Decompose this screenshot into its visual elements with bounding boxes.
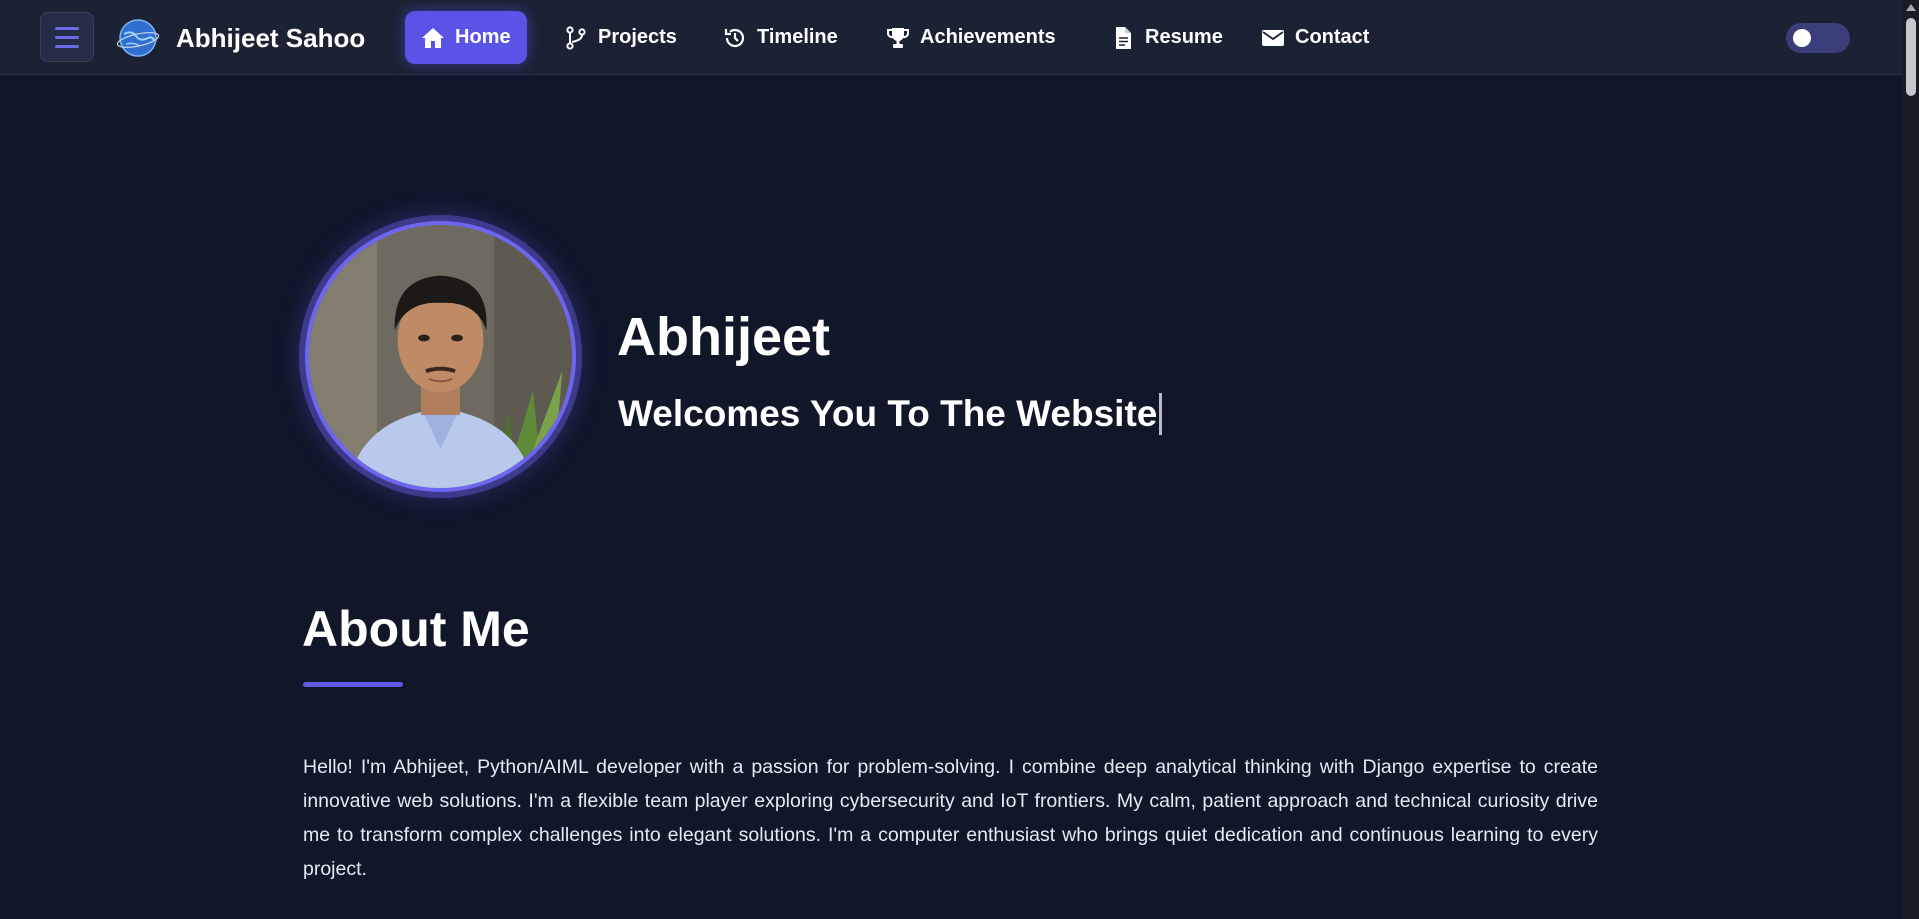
home-icon (422, 27, 444, 48)
hero-tagline-text: Welcomes You To The Website (618, 393, 1158, 434)
scroll-thumb[interactable] (1906, 18, 1916, 96)
menu-icon (55, 26, 79, 30)
menu-button[interactable] (40, 12, 94, 62)
envelope-icon (1262, 29, 1284, 46)
nav-achievements[interactable]: Achievements (870, 11, 1072, 64)
scroll-up-icon[interactable] (1906, 4, 1916, 11)
nav-contact[interactable]: Contact (1245, 11, 1385, 64)
top-navbar: Abhijeet Sahoo Home Projects Timeline Ac… (0, 0, 1902, 75)
vertical-scrollbar[interactable] (1902, 0, 1919, 919)
theme-toggle[interactable] (1786, 23, 1850, 53)
typing-cursor (1159, 393, 1163, 435)
nav-home-label: Home (455, 26, 511, 48)
heading-underline (303, 682, 403, 687)
brand-name[interactable]: Abhijeet Sahoo (176, 20, 365, 56)
hero-tagline: Welcomes You To The Website (618, 388, 1163, 440)
branch-icon (566, 25, 586, 50)
profile-photo-frame (299, 215, 582, 498)
about-heading: About Me (302, 601, 530, 657)
hero-name: Abhijeet (617, 307, 831, 367)
globe-logo-icon[interactable] (116, 16, 160, 60)
about-paragraph: Hello! I'm Abhijeet, Python/AIML develop… (303, 756, 1598, 880)
nav-achievements-label: Achievements (920, 26, 1056, 48)
nav-home[interactable]: Home (405, 11, 527, 64)
nav-timeline[interactable]: Timeline (707, 11, 854, 64)
nav-projects-label: Projects (598, 26, 677, 48)
toggle-knob (1793, 29, 1811, 47)
profile-photo (305, 221, 576, 492)
nav-resume-label: Resume (1145, 26, 1223, 48)
nav-projects[interactable]: Projects (548, 11, 693, 64)
nav-resume[interactable]: Resume (1095, 11, 1239, 64)
nav-timeline-label: Timeline (757, 26, 838, 48)
history-icon (724, 28, 745, 47)
document-icon (1116, 26, 1131, 49)
trophy-icon (887, 27, 909, 48)
nav-contact-label: Contact (1295, 26, 1370, 48)
